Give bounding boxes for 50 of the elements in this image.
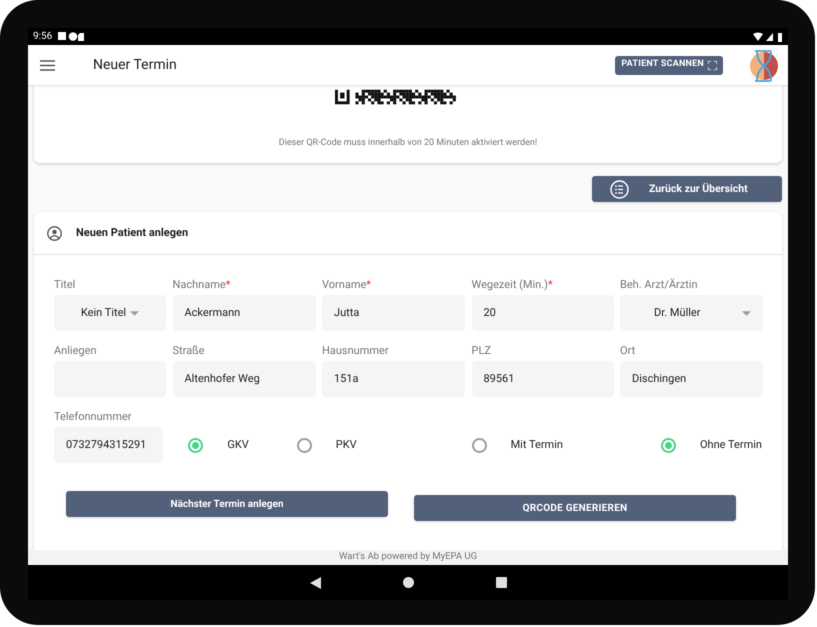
back-to-overview-button[interactable]: Zurück zur Übersicht: [592, 176, 782, 202]
footer-text: Wart's Ab powered by MyEPA UG: [338, 550, 478, 564]
signal-battery-icon: [753, 32, 783, 42]
input-field[interactable]: 89561: [472, 361, 614, 397]
page-title: Neuer Termin: [93, 56, 177, 74]
radio-button[interactable]: [296, 438, 312, 452]
input-field[interactable]: Ackermann: [172, 295, 316, 331]
field-label: Ort: [620, 343, 636, 359]
input-field[interactable]: Jutta: [322, 295, 465, 331]
next-appointment-button[interactable]: Nächster Termin anlegen: [66, 491, 388, 517]
card-title: Neuen Patient anlegen: [76, 224, 188, 241]
field-label: Straße: [172, 343, 206, 359]
field-label: Anliegen: [54, 343, 98, 359]
radio-label: GKV: [227, 436, 249, 453]
input-field[interactable]: Altenhofer Weg: [172, 361, 316, 397]
home-nav-icon[interactable]: [402, 577, 414, 588]
radio-button[interactable]: [188, 438, 204, 452]
field-label: Wegezeit (Min.)*: [472, 277, 554, 293]
field-label: PLZ: [472, 343, 492, 359]
radio-label: PKV: [336, 436, 357, 453]
dropdown-caret-icon: [130, 310, 140, 316]
field-label: Beh. Arzt/Ärztin: [620, 277, 699, 293]
notification-icon: [58, 32, 86, 41]
radio-button[interactable]: [472, 438, 487, 452]
generate-qrcode-button[interactable]: QRCODE GENERIEREN: [414, 495, 736, 521]
input-field[interactable]: 20: [472, 295, 614, 331]
radio-label: Ohne Termin: [700, 436, 762, 453]
scan-frame-icon: [708, 60, 717, 70]
recents-nav-icon[interactable]: [496, 577, 506, 588]
field-label: Titel: [54, 277, 76, 293]
qr-expiry-note: Dieser QR-Code muss innerhalb von 20 Minuten aktiviert werden!: [278, 137, 538, 150]
input-field[interactable]: 0732794315291: [54, 427, 164, 463]
user-circle-icon: [47, 226, 62, 240]
field-label: Hausnummer: [322, 343, 390, 359]
dropdown-caret-icon: [742, 310, 751, 316]
field-label: Telefonnummer: [54, 409, 133, 425]
status-time: 9:56: [33, 30, 52, 44]
scan-patient-button[interactable]: PATIENT SCANNEN: [615, 56, 723, 74]
menu-icon[interactable]: [40, 60, 55, 70]
field-label: Vorname*: [322, 277, 372, 293]
input-field[interactable]: Dischingen: [620, 361, 763, 397]
list-icon: [610, 180, 629, 198]
radio-button[interactable]: [660, 438, 676, 452]
back-nav-icon[interactable]: [310, 576, 320, 588]
field-label: Nachname*: [172, 277, 232, 293]
hourglass-logo-icon: [747, 48, 780, 82]
radio-label: Mit Termin: [510, 436, 563, 453]
select-field[interactable]: Kein Titel: [54, 295, 166, 331]
input-field[interactable]: 151a: [322, 361, 465, 397]
select-field[interactable]: Dr. Müller: [620, 295, 763, 331]
